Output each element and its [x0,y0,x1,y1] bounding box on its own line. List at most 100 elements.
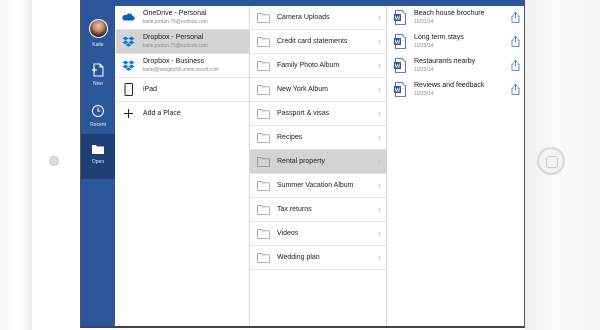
chevron-right-icon: › [378,132,381,142]
folder-name: Recipes [277,134,303,141]
document-name: Reviews and feedback [414,82,485,89]
add-place-button[interactable]: Add a Place [116,102,250,126]
place-onedrive-personal[interactable]: OneDrive - Personal katie.jordan.75@outl… [116,6,250,30]
dropbox-icon [122,36,135,47]
place-name: Dropbox - Personal [143,34,204,41]
folder-icon [257,133,270,143]
chevron-right-icon: › [378,12,381,22]
chevron-right-icon: › [378,180,381,190]
document-name: Beach house brochure [414,10,485,17]
folder-name: Family Photo Album [277,62,340,69]
chevron-right-icon: › [378,84,381,94]
place-name: OneDrive - Personal [143,10,207,17]
document-row[interactable]: Long term stays 10/23/14 [387,30,524,54]
rail-item-new[interactable]: New [81,56,115,101]
chevron-right-icon: › [378,60,381,70]
folder-icon [257,229,270,239]
avatar [89,19,108,38]
plus-icon [124,109,133,118]
folder-row[interactable]: Passport & visas › [250,102,387,126]
folder-row[interactable]: Wedding plan › [250,246,387,270]
folder-name: Tax returns [277,206,312,213]
ipad-icon [124,83,133,96]
rail-item-open-label: Open [91,159,105,165]
dropbox-icon [122,60,135,71]
folder-icon [257,61,270,71]
word-document-icon [394,58,406,73]
chevron-right-icon: › [378,108,381,118]
chevron-right-icon: › [378,228,381,238]
app-screen: iPad Katie New Recent [80,0,525,328]
onedrive-icon [122,13,135,21]
place-name: Dropbox - Business [143,58,205,65]
folder-name: New York Album [277,86,328,93]
folder-icon [257,85,270,95]
document-list: Beach house brochure 10/31/14 Long term … [387,6,524,326]
folder-icon [257,157,270,167]
document-row[interactable]: Restaurants nearby 10/29/14 [387,54,524,78]
account-label: Katie [92,42,104,48]
chevron-right-icon: › [378,156,381,166]
document-row[interactable]: Beach house brochure 10/31/14 [387,6,524,30]
place-name: iPad [143,86,158,93]
folder-icon [257,205,270,215]
folder-row[interactable]: Camera Uploads › [250,6,387,30]
folder-icon [257,37,270,47]
folder-name: Camera Uploads [277,14,330,21]
clock-icon [92,105,104,117]
place-ipad[interactable]: iPad [116,78,250,102]
place-account: katie.jordan.75@outlook.com [143,43,208,49]
folder-row-selected[interactable]: Rental property › [250,150,387,174]
folder-row[interactable]: Videos › [250,222,387,246]
folder-row[interactable]: Family Photo Album › [250,54,387,78]
place-account: katie.jordan.75@outlook.com [143,19,208,25]
nav-rail: Katie New Recent Open [81,0,115,326]
home-button[interactable] [537,147,565,175]
new-document-icon [92,63,104,77]
document-date: 10/31/14 [414,19,434,25]
rail-item-recent-label: Recent [90,122,106,128]
rail-account[interactable]: Katie [81,6,115,56]
document-date: 10/29/14 [414,67,434,73]
word-document-icon [394,10,406,25]
folder-row[interactable]: Recipes › [250,126,387,150]
folder-row[interactable]: New York Album › [250,78,387,102]
places-list: OneDrive - Personal katie.jordan.75@outl… [116,6,250,326]
folder-icon [257,181,270,191]
document-name: Restaurants nearby [414,58,476,65]
folder-icon [257,13,270,23]
folder-list: Camera Uploads › Credit card statements … [250,6,387,326]
add-place-label: Add a Place [143,110,181,117]
chevron-right-icon: › [378,252,381,262]
document-date: 10/23/14 [414,43,434,49]
folder-icon [257,109,270,119]
folder-row[interactable]: Tax returns › [250,198,387,222]
folder-row[interactable]: Summer Vacation Album › [250,174,387,198]
place-dropbox-personal[interactable]: Dropbox - Personal katie.jordan.75@outlo… [116,30,250,54]
share-icon[interactable] [511,84,520,95]
word-document-icon [394,34,406,49]
device-bezel-left [0,0,32,330]
folder-row[interactable]: Credit card statements › [250,30,387,54]
folder-name: Summer Vacation Album [277,182,354,189]
folder-open-icon [92,145,104,154]
share-icon[interactable] [511,60,520,71]
folder-name: Videos [277,230,299,237]
ipad-device: iPad Katie New Recent [0,0,600,330]
word-document-icon [394,82,406,97]
document-name: Long term stays [414,34,464,41]
share-icon[interactable] [511,36,520,47]
chevron-right-icon: › [378,36,381,46]
folder-name: Rental property [277,158,325,165]
folder-name: Passport & visas [277,110,330,117]
front-camera [49,156,59,166]
folder-icon [257,253,270,263]
place-account: katiej@wingtip58.onmicrosoft.com [143,67,219,73]
share-icon[interactable] [511,12,520,23]
chevron-right-icon: › [378,204,381,214]
rail-item-open[interactable]: Open [81,134,115,179]
document-row[interactable]: Reviews and feedback 10/23/14 [387,78,524,102]
place-dropbox-business[interactable]: Dropbox - Business katiej@wingtip58.onmi… [116,54,250,78]
folder-name: Credit card statements [277,38,348,45]
document-date: 10/23/14 [414,91,434,97]
